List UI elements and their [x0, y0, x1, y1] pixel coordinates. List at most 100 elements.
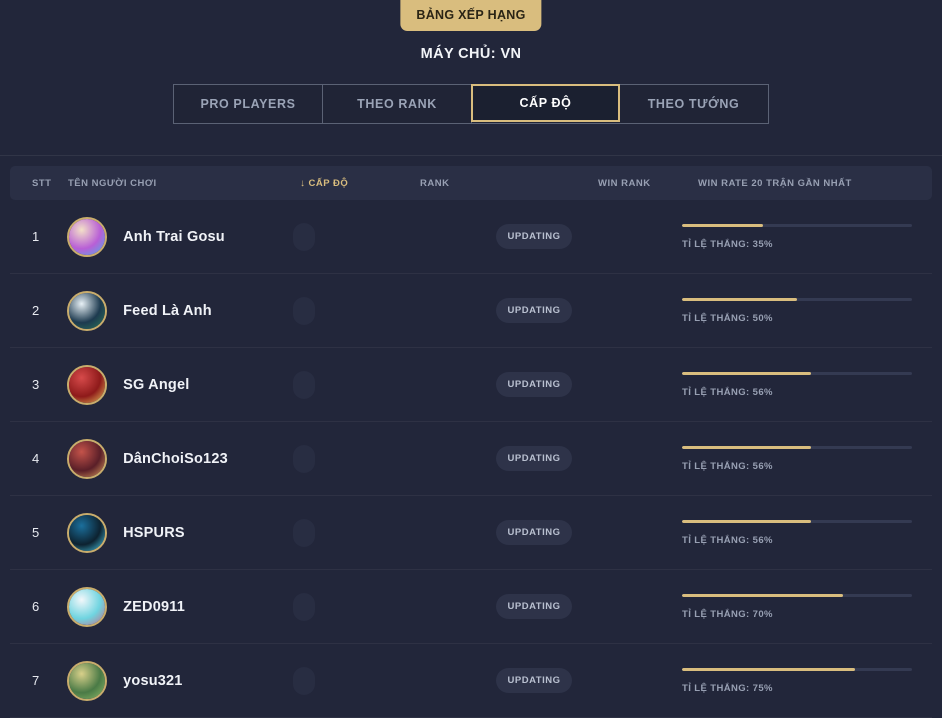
avatar[interactable]: [67, 290, 108, 331]
level-cell: [293, 222, 410, 251]
status-badge: UPDATING: [495, 372, 573, 397]
rank-number: 3: [32, 377, 40, 392]
level-cell: [293, 370, 410, 399]
win-rate-label: TỈ LỆ THẮNG: 56%: [682, 534, 773, 546]
status-badge: UPDATING: [495, 224, 573, 249]
avatar[interactable]: [67, 586, 108, 627]
player-name: Feed Là Anh: [123, 302, 212, 319]
column-header-level[interactable]: ↓ CẤP ĐỘ: [300, 178, 420, 189]
level-placeholder: [293, 592, 316, 621]
tab-2[interactable]: CẤP ĐỘ: [471, 84, 620, 122]
hero-banner: BẢNG XẾP HẠNG MÁY CHỦ: VN PRO PLAYERS THE…: [0, 0, 942, 156]
player-name: yosu321: [123, 672, 183, 689]
player-cell: Anh Trai Gosu: [67, 216, 293, 257]
level-cell: [293, 666, 410, 695]
column-header-win-rate[interactable]: WIN RATE 20 TRẬN GẦN NHẤT: [698, 178, 932, 189]
win-rate-cell: TỈ LỆ THẮNG: 56%: [682, 371, 932, 398]
win-rate-cell: TỈ LỆ THẮNG: 70%: [682, 593, 932, 620]
rank-number: 7: [32, 673, 40, 688]
page-title-badge: BẢNG XẾP HẠNG: [400, 0, 542, 31]
rank-cell: UPDATING: [411, 224, 585, 249]
win-rate-bar-track: [682, 297, 912, 301]
level-placeholder: [293, 518, 316, 547]
tab-0[interactable]: PRO PLAYERS: [174, 85, 323, 123]
status-badge: UPDATING: [495, 594, 573, 619]
win-rate-bar-fill: [682, 445, 811, 449]
player-name: HSPURS: [123, 524, 185, 541]
win-rate-bar-fill: [682, 371, 811, 375]
rank-cell: UPDATING: [411, 446, 585, 471]
win-rate-bar-fill: [682, 223, 763, 227]
status-badge: UPDATING: [495, 298, 573, 323]
win-rate-cell: TỈ LỆ THẮNG: 56%: [682, 445, 932, 472]
level-cell: [293, 592, 410, 621]
tab-label: THEO RANK: [357, 97, 437, 111]
table-row[interactable]: 3 SG Angel UPDATING TỈ LỆ THẮNG: 56%: [10, 348, 932, 422]
win-rate-label: TỈ LỆ THẮNG: 75%: [682, 682, 773, 694]
table-row[interactable]: 6 ZED0911 UPDATING TỈ LỆ THẮNG: 70%: [10, 570, 932, 644]
win-rate-bar-track: [682, 223, 912, 227]
table-row[interactable]: 5 HSPURS UPDATING TỈ LỆ THẮNG: 56%: [10, 496, 932, 570]
rank-cell: UPDATING: [411, 668, 585, 693]
table-body: 1 Anh Trai Gosu UPDATING TỈ LỆ THẮNG: 35% 2 F…: [10, 200, 932, 718]
column-header-level-label: CẤP ĐỘ: [308, 177, 349, 189]
player-cell: Feed Là Anh: [67, 290, 293, 331]
tab-label: PRO PLAYERS: [200, 97, 296, 111]
status-badge: UPDATING: [495, 668, 573, 693]
win-rate-bar-fill: [682, 297, 797, 301]
win-rate-label: TỈ LỆ THẮNG: 56%: [682, 386, 773, 398]
status-badge: UPDATING: [495, 520, 573, 545]
leaderboard: STT TÊN NGƯỜI CHƠI ↓ CẤP ĐỘ RANK WIN RANK…: [0, 156, 942, 718]
win-rate-bar-fill: [682, 593, 843, 597]
rank-cell: UPDATING: [411, 372, 585, 397]
column-header-win-rank[interactable]: WIN RANK: [598, 178, 698, 189]
rank-number: 5: [32, 525, 40, 540]
column-header-rank[interactable]: RANK: [420, 178, 598, 189]
status-badge: UPDATING: [495, 446, 573, 471]
tab-label: CẤP ĐỘ: [519, 96, 572, 110]
win-rate-bar-track: [682, 519, 912, 523]
avatar[interactable]: [67, 216, 108, 257]
win-rate-bar-track: [682, 593, 912, 597]
rank-cell: UPDATING: [411, 520, 585, 545]
avatar[interactable]: [67, 438, 108, 479]
win-rate-bar-fill: [682, 519, 811, 523]
table-row[interactable]: 2 Feed Là Anh UPDATING TỈ LỆ THẮNG: 50%: [10, 274, 932, 348]
win-rate-bar-track: [682, 667, 912, 671]
tab-3[interactable]: THEO TƯỚNG: [619, 85, 768, 123]
level-placeholder: [293, 296, 316, 325]
player-cell: ZED0911: [67, 586, 293, 627]
win-rate-cell: TỈ LỆ THẮNG: 56%: [682, 519, 932, 546]
level-placeholder: [293, 666, 316, 695]
level-cell: [293, 518, 410, 547]
win-rate-label: TỈ LỆ THẮNG: 35%: [682, 238, 773, 250]
column-header-stt[interactable]: STT: [10, 178, 68, 189]
player-cell: SG Angel: [67, 364, 293, 405]
avatar[interactable]: [67, 364, 108, 405]
win-rate-cell: TỈ LỆ THẮNG: 75%: [682, 667, 932, 694]
rank-number: 2: [32, 303, 40, 318]
rank-number: 4: [32, 451, 40, 466]
win-rate-cell: TỈ LỆ THẮNG: 35%: [682, 223, 932, 250]
player-name: DânChoiSo123: [123, 450, 228, 467]
win-rate-cell: TỈ LỆ THẮNG: 50%: [682, 297, 932, 324]
table-row[interactable]: 7 yosu321 UPDATING TỈ LỆ THẮNG: 75%: [10, 644, 932, 718]
rank-number: 6: [32, 599, 40, 614]
server-label: MÁY CHỦ: VN: [420, 46, 522, 62]
rank-cell: UPDATING: [411, 298, 585, 323]
level-cell: [293, 296, 410, 325]
player-name: Anh Trai Gosu: [123, 228, 225, 245]
tab-1[interactable]: THEO RANK: [323, 85, 472, 123]
tab-bar: PRO PLAYERS THEO RANK CẤP ĐỘ THEO TƯỚNG: [173, 84, 769, 124]
win-rate-bar-track: [682, 371, 912, 375]
table-row[interactable]: 4 DânChoiSo123 UPDATING TỈ LỆ THẮNG: 56%: [10, 422, 932, 496]
win-rate-label: TỈ LỆ THẮNG: 56%: [682, 460, 773, 472]
column-header-name[interactable]: TÊN NGƯỜI CHƠI: [68, 178, 300, 189]
win-rate-bar-fill: [682, 667, 855, 671]
level-cell: [293, 444, 410, 473]
avatar[interactable]: [67, 512, 108, 553]
table-header-row: STT TÊN NGƯỜI CHƠI ↓ CẤP ĐỘ RANK WIN RANK…: [10, 166, 932, 200]
level-placeholder: [293, 222, 316, 251]
player-cell: HSPURS: [67, 512, 293, 553]
table-row[interactable]: 1 Anh Trai Gosu UPDATING TỈ LỆ THẮNG: 35%: [10, 200, 932, 274]
